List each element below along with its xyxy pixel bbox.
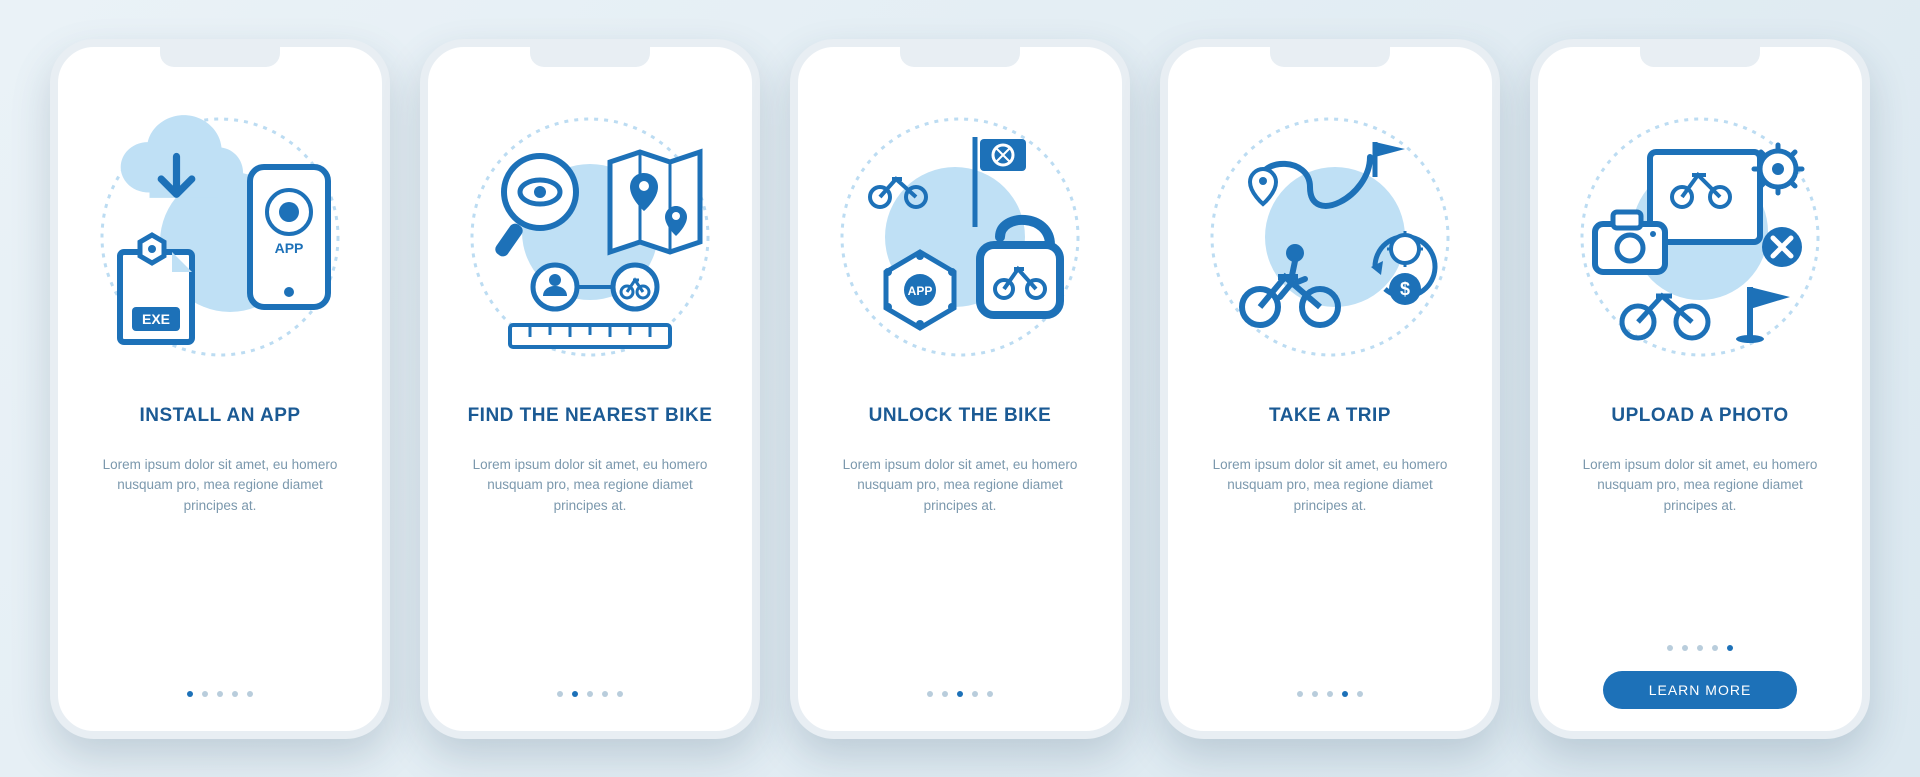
dot-5[interactable]: [987, 691, 993, 697]
find-bike-icon: [450, 97, 730, 377]
upload-photo-icon: [1560, 97, 1840, 377]
slide-description: Lorem ipsum dolor sit amet, eu homero nu…: [822, 455, 1098, 518]
pagination-dots: [1667, 645, 1733, 651]
dot-3[interactable]: [957, 691, 963, 697]
slide-description: Lorem ipsum dolor sit amet, eu homero nu…: [1192, 455, 1468, 518]
pagination-dots: [187, 691, 253, 697]
onboarding-slide-2: FIND THE NEAREST BIKE Lorem ipsum dolor …: [420, 39, 760, 739]
slide-title: FIND THE NEAREST BIKE: [468, 405, 713, 427]
dot-1[interactable]: [1667, 645, 1673, 651]
dot-1[interactable]: [187, 691, 193, 697]
slide-title: UPLOAD A PHOTO: [1611, 405, 1788, 427]
dot-2[interactable]: [1682, 645, 1688, 651]
svg-text:APP: APP: [908, 284, 933, 298]
dot-5[interactable]: [247, 691, 253, 697]
dot-3[interactable]: [1697, 645, 1703, 651]
take-trip-icon: $: [1190, 97, 1470, 377]
onboarding-slide-1: APP EXE INSTALL AN APP Lorem ipsum dolor…: [50, 39, 390, 739]
dot-5[interactable]: [1357, 691, 1363, 697]
dot-2[interactable]: [942, 691, 948, 697]
slide-title: UNLOCK THE BIKE: [869, 405, 1052, 427]
onboarding-slide-3: APP UNLOCK THE BIKE Lorem ipsum dolor si…: [790, 39, 1130, 739]
dot-3[interactable]: [587, 691, 593, 697]
phone-notch: [160, 47, 280, 67]
dot-1[interactable]: [1297, 691, 1303, 697]
dot-3[interactable]: [217, 691, 223, 697]
dot-4[interactable]: [1342, 691, 1348, 697]
learn-more-button[interactable]: LEARN MORE: [1603, 671, 1798, 709]
dot-2[interactable]: [1312, 691, 1318, 697]
dot-2[interactable]: [202, 691, 208, 697]
dot-4[interactable]: [232, 691, 238, 697]
dot-5[interactable]: [617, 691, 623, 697]
dot-4[interactable]: [1712, 645, 1718, 651]
dot-2[interactable]: [572, 691, 578, 697]
onboarding-slide-5: UPLOAD A PHOTO Lorem ipsum dolor sit ame…: [1530, 39, 1870, 739]
phone-notch: [900, 47, 1020, 67]
pagination-dots: [1297, 691, 1363, 697]
svg-text:$: $: [1400, 279, 1410, 299]
dot-3[interactable]: [1327, 691, 1333, 697]
slide-description: Lorem ipsum dolor sit amet, eu homero nu…: [1562, 455, 1838, 518]
phone-notch: [1640, 47, 1760, 67]
pagination-dots: [927, 691, 993, 697]
onboarding-slide-4: $ TAKE A TRIP Lorem ipsum dolor sit amet…: [1160, 39, 1500, 739]
phone-notch: [530, 47, 650, 67]
unlock-bike-icon: APP: [820, 97, 1100, 377]
svg-text:APP: APP: [275, 240, 304, 256]
dot-4[interactable]: [602, 691, 608, 697]
dot-5[interactable]: [1727, 645, 1733, 651]
slide-description: Lorem ipsum dolor sit amet, eu homero nu…: [452, 455, 728, 518]
phone-notch: [1270, 47, 1390, 67]
slide-title: TAKE A TRIP: [1269, 405, 1391, 427]
dot-4[interactable]: [972, 691, 978, 697]
slide-title: INSTALL AN APP: [139, 405, 300, 427]
pagination-dots: [557, 691, 623, 697]
install-app-icon: APP EXE: [80, 97, 360, 377]
slide-description: Lorem ipsum dolor sit amet, eu homero nu…: [82, 455, 358, 518]
dot-1[interactable]: [927, 691, 933, 697]
dot-1[interactable]: [557, 691, 563, 697]
svg-text:EXE: EXE: [142, 311, 170, 327]
